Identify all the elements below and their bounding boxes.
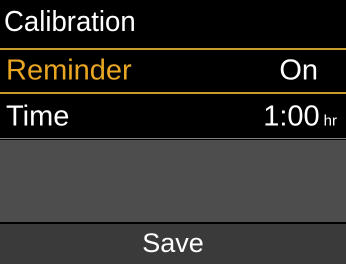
calibration-screen: Calibration Reminder On Time 1:00 hr Save: [0, 0, 346, 264]
reminder-value: On: [279, 54, 318, 87]
time-unit: hr: [323, 112, 337, 130]
time-label: Time: [6, 100, 70, 133]
page-title: Calibration: [4, 6, 136, 38]
save-button[interactable]: Save: [0, 224, 346, 264]
time-setting-row[interactable]: Time 1:00 hr: [0, 96, 346, 139]
reminder-setting-row[interactable]: Reminder On: [0, 48, 346, 94]
empty-list-area: [0, 140, 346, 222]
time-value: 1:00: [263, 100, 320, 133]
time-value-group: 1:00 hr: [263, 101, 337, 134]
title-bar: Calibration: [0, 0, 346, 45]
reminder-label: Reminder: [6, 54, 132, 87]
